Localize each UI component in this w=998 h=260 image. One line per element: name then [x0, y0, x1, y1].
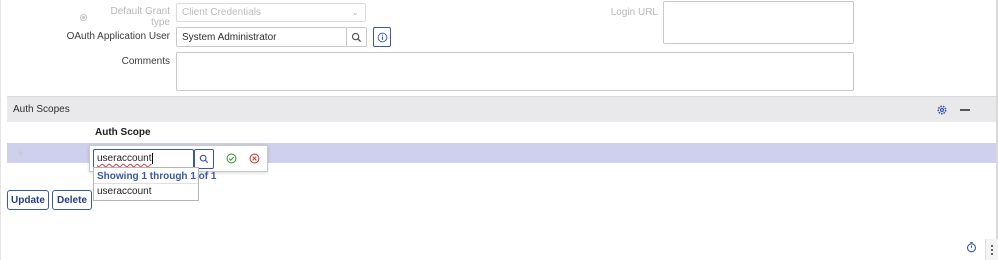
- stopwatch-icon[interactable]: [966, 241, 977, 256]
- left-edge-divider: [0, 0, 1, 260]
- column-header-row: Auth Scope: [7, 123, 997, 143]
- comments-label: Comments: [121, 56, 170, 67]
- minus-icon[interactable]: [960, 109, 970, 111]
- search-icon: [351, 32, 362, 42]
- comments-textarea[interactable]: [176, 52, 854, 91]
- delete-button[interactable]: Delete: [52, 190, 92, 210]
- default-grant-type-select[interactable]: Client Credentials ⌄: [176, 3, 366, 22]
- autocomplete-item[interactable]: useraccount: [94, 184, 198, 199]
- check-circle-icon[interactable]: [226, 153, 237, 167]
- radio-dot-icon: [80, 13, 87, 21]
- auth-scopes-header: Auth Scopes: [7, 96, 997, 122]
- oauth-user-label: OAuth Application User: [66, 31, 170, 42]
- autocomplete-dropdown: Showing 1 through 1 of 1 useraccount: [93, 167, 216, 201]
- x-circle-icon[interactable]: [249, 153, 260, 167]
- info-icon: [377, 32, 387, 42]
- login-url-field[interactable]: [663, 1, 854, 44]
- oauth-user-info-button[interactable]: [373, 27, 391, 47]
- login-url-label: Login URL: [610, 7, 658, 18]
- gear-icon[interactable]: [936, 104, 948, 119]
- auth-scopes-title: Auth Scopes: [13, 104, 70, 115]
- search-icon: [199, 154, 209, 164]
- oauth-user-search-button[interactable]: [346, 27, 367, 47]
- auth-scope-search-button[interactable]: [194, 149, 214, 169]
- oauth-user-field[interactable]: System Administrator: [176, 27, 347, 47]
- add-row-icon[interactable]: +: [17, 146, 24, 160]
- default-grant-type-label: Default Grant type: [80, 6, 170, 28]
- autocomplete-header: Showing 1 through 1 of 1: [94, 168, 216, 184]
- auth-scope-input[interactable]: useraccount: [93, 149, 194, 169]
- column-header-auth-scope[interactable]: Auth Scope: [95, 127, 151, 138]
- vertical-ellipsis-icon[interactable]: [985, 239, 998, 260]
- chevron-down-icon: ⌄: [351, 7, 359, 17]
- update-button[interactable]: Update: [7, 190, 49, 210]
